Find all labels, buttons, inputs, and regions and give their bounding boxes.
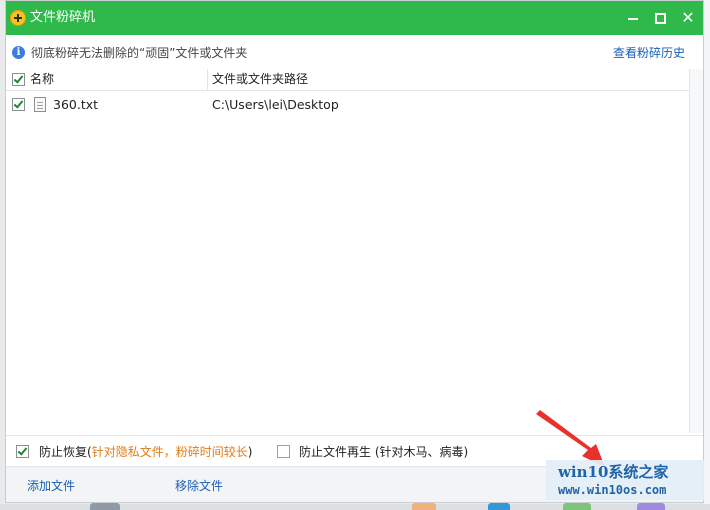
title-bar[interactable]: 文件粉碎机 ✕ — [6, 1, 703, 35]
add-file-button[interactable]: 添加文件 — [27, 478, 75, 494]
prevent-regen-option[interactable]: 防止文件再生 (针对木马、病毒) — [299, 444, 468, 460]
prevent-regen-note: (针对木马、病毒) — [374, 445, 469, 459]
watermark-url: www.win10os.com — [558, 483, 667, 497]
column-header-path[interactable]: 文件或文件夹路径 — [212, 71, 308, 87]
minimize-button[interactable] — [623, 8, 643, 28]
site-watermark: win10系统之家 www.win10os.com — [546, 460, 704, 500]
desktop-background-right — [704, 0, 710, 510]
prevent-recovery-note: 针对隐私文件，粉碎时间较长 — [91, 445, 248, 459]
prevent-regen-label: 防止文件再生 — [299, 445, 372, 459]
vertical-scrollbar[interactable] — [689, 69, 703, 433]
taskbar-icon-fragment — [90, 503, 120, 510]
taskbar-icon-fragment — [412, 503, 436, 510]
view-history-link[interactable]: 查看粉碎历史 — [613, 45, 685, 61]
prevent-recovery-checkbox[interactable] — [16, 445, 29, 458]
table-row[interactable]: 360.txt C:\Users\lei\Desktop — [6, 94, 689, 116]
text-file-icon — [34, 97, 46, 112]
maximize-button[interactable] — [650, 8, 670, 28]
file-path: C:\Users\lei\Desktop — [212, 97, 339, 112]
window-title: 文件粉碎机 — [30, 10, 96, 25]
app-logo-icon — [10, 10, 26, 26]
prevent-recovery-label: 防止恢复 — [39, 445, 88, 459]
row-checkbox[interactable] — [12, 98, 25, 111]
column-header-name[interactable]: 名称 — [30, 71, 54, 87]
file-name: 360.txt — [53, 97, 99, 112]
file-table-header: 名称 文件或文件夹路径 — [6, 69, 689, 91]
prevent-recovery-close-paren: ) — [247, 445, 253, 459]
watermark-title: win10系统之家 — [558, 463, 669, 481]
info-icon: i — [12, 46, 25, 59]
column-divider[interactable] — [207, 69, 208, 90]
prevent-recovery-option[interactable]: 防止恢复(针对隐私文件，粉碎时间较长) — [39, 444, 252, 460]
taskbar-icon-fragment — [563, 503, 591, 510]
prevent-regen-checkbox[interactable] — [277, 445, 290, 458]
remove-file-button[interactable]: 移除文件 — [175, 478, 223, 494]
taskbar-icon-fragment — [488, 503, 510, 510]
taskbar-icon-fragment — [637, 503, 665, 510]
select-all-checkbox[interactable] — [12, 73, 25, 86]
info-bar: i 彻底粉碎无法删除的“顽固”文件或文件夹 查看粉碎历史 — [6, 35, 703, 70]
close-button[interactable]: ✕ — [678, 8, 698, 28]
info-description: 彻底粉碎无法删除的“顽固”文件或文件夹 — [31, 46, 248, 60]
